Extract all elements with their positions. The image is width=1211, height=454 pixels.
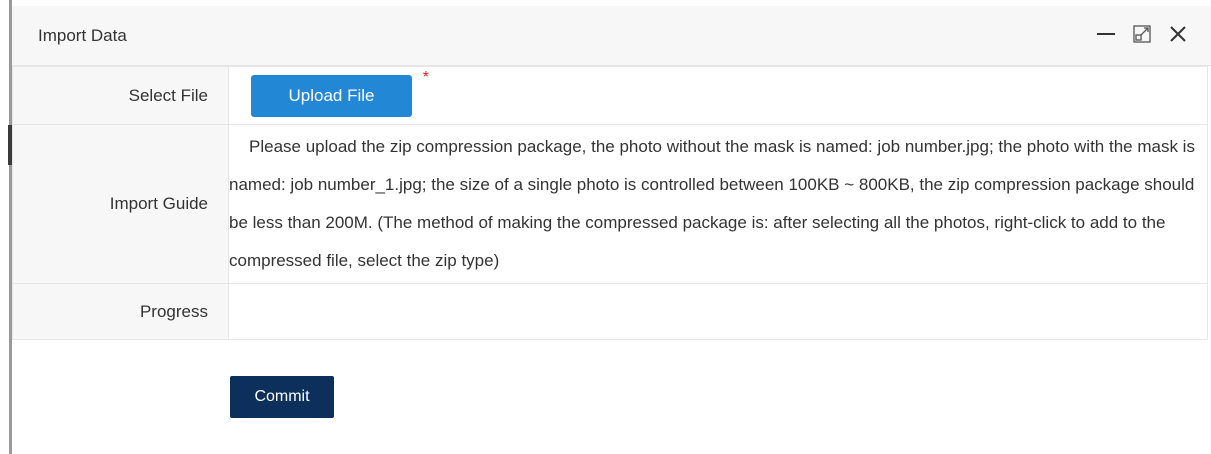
background-window-edge <box>0 0 12 454</box>
close-icon[interactable] <box>1166 22 1190 46</box>
import-guide-row: Import Guide Please upload the zip compr… <box>12 124 1208 284</box>
import-guide-text: Please upload the zip compression packag… <box>229 137 1195 270</box>
maximize-icon[interactable] <box>1130 22 1154 46</box>
select-file-cell: Upload File * <box>228 66 1208 125</box>
import-guide-cell: Please upload the zip compression packag… <box>228 124 1208 284</box>
progress-label: Progress <box>12 283 229 340</box>
select-file-label: Select File <box>12 66 229 125</box>
import-data-dialog: Import Data Select File Upload File * Im… <box>12 0 1211 454</box>
dialog-titlebar: Import Data <box>12 6 1211 66</box>
select-file-row: Select File Upload File * <box>12 66 1208 125</box>
progress-row: Progress <box>12 283 1208 340</box>
minimize-icon[interactable] <box>1094 22 1118 46</box>
progress-value <box>228 283 1208 340</box>
dialog-title: Import Data <box>38 26 127 45</box>
commit-button[interactable]: Commit <box>230 376 334 418</box>
upload-file-button[interactable]: Upload File <box>251 74 412 117</box>
import-guide-label: Import Guide <box>12 124 229 284</box>
required-mark: * <box>422 68 429 86</box>
import-form: Select File Upload File * Import Guide P… <box>12 66 1208 340</box>
